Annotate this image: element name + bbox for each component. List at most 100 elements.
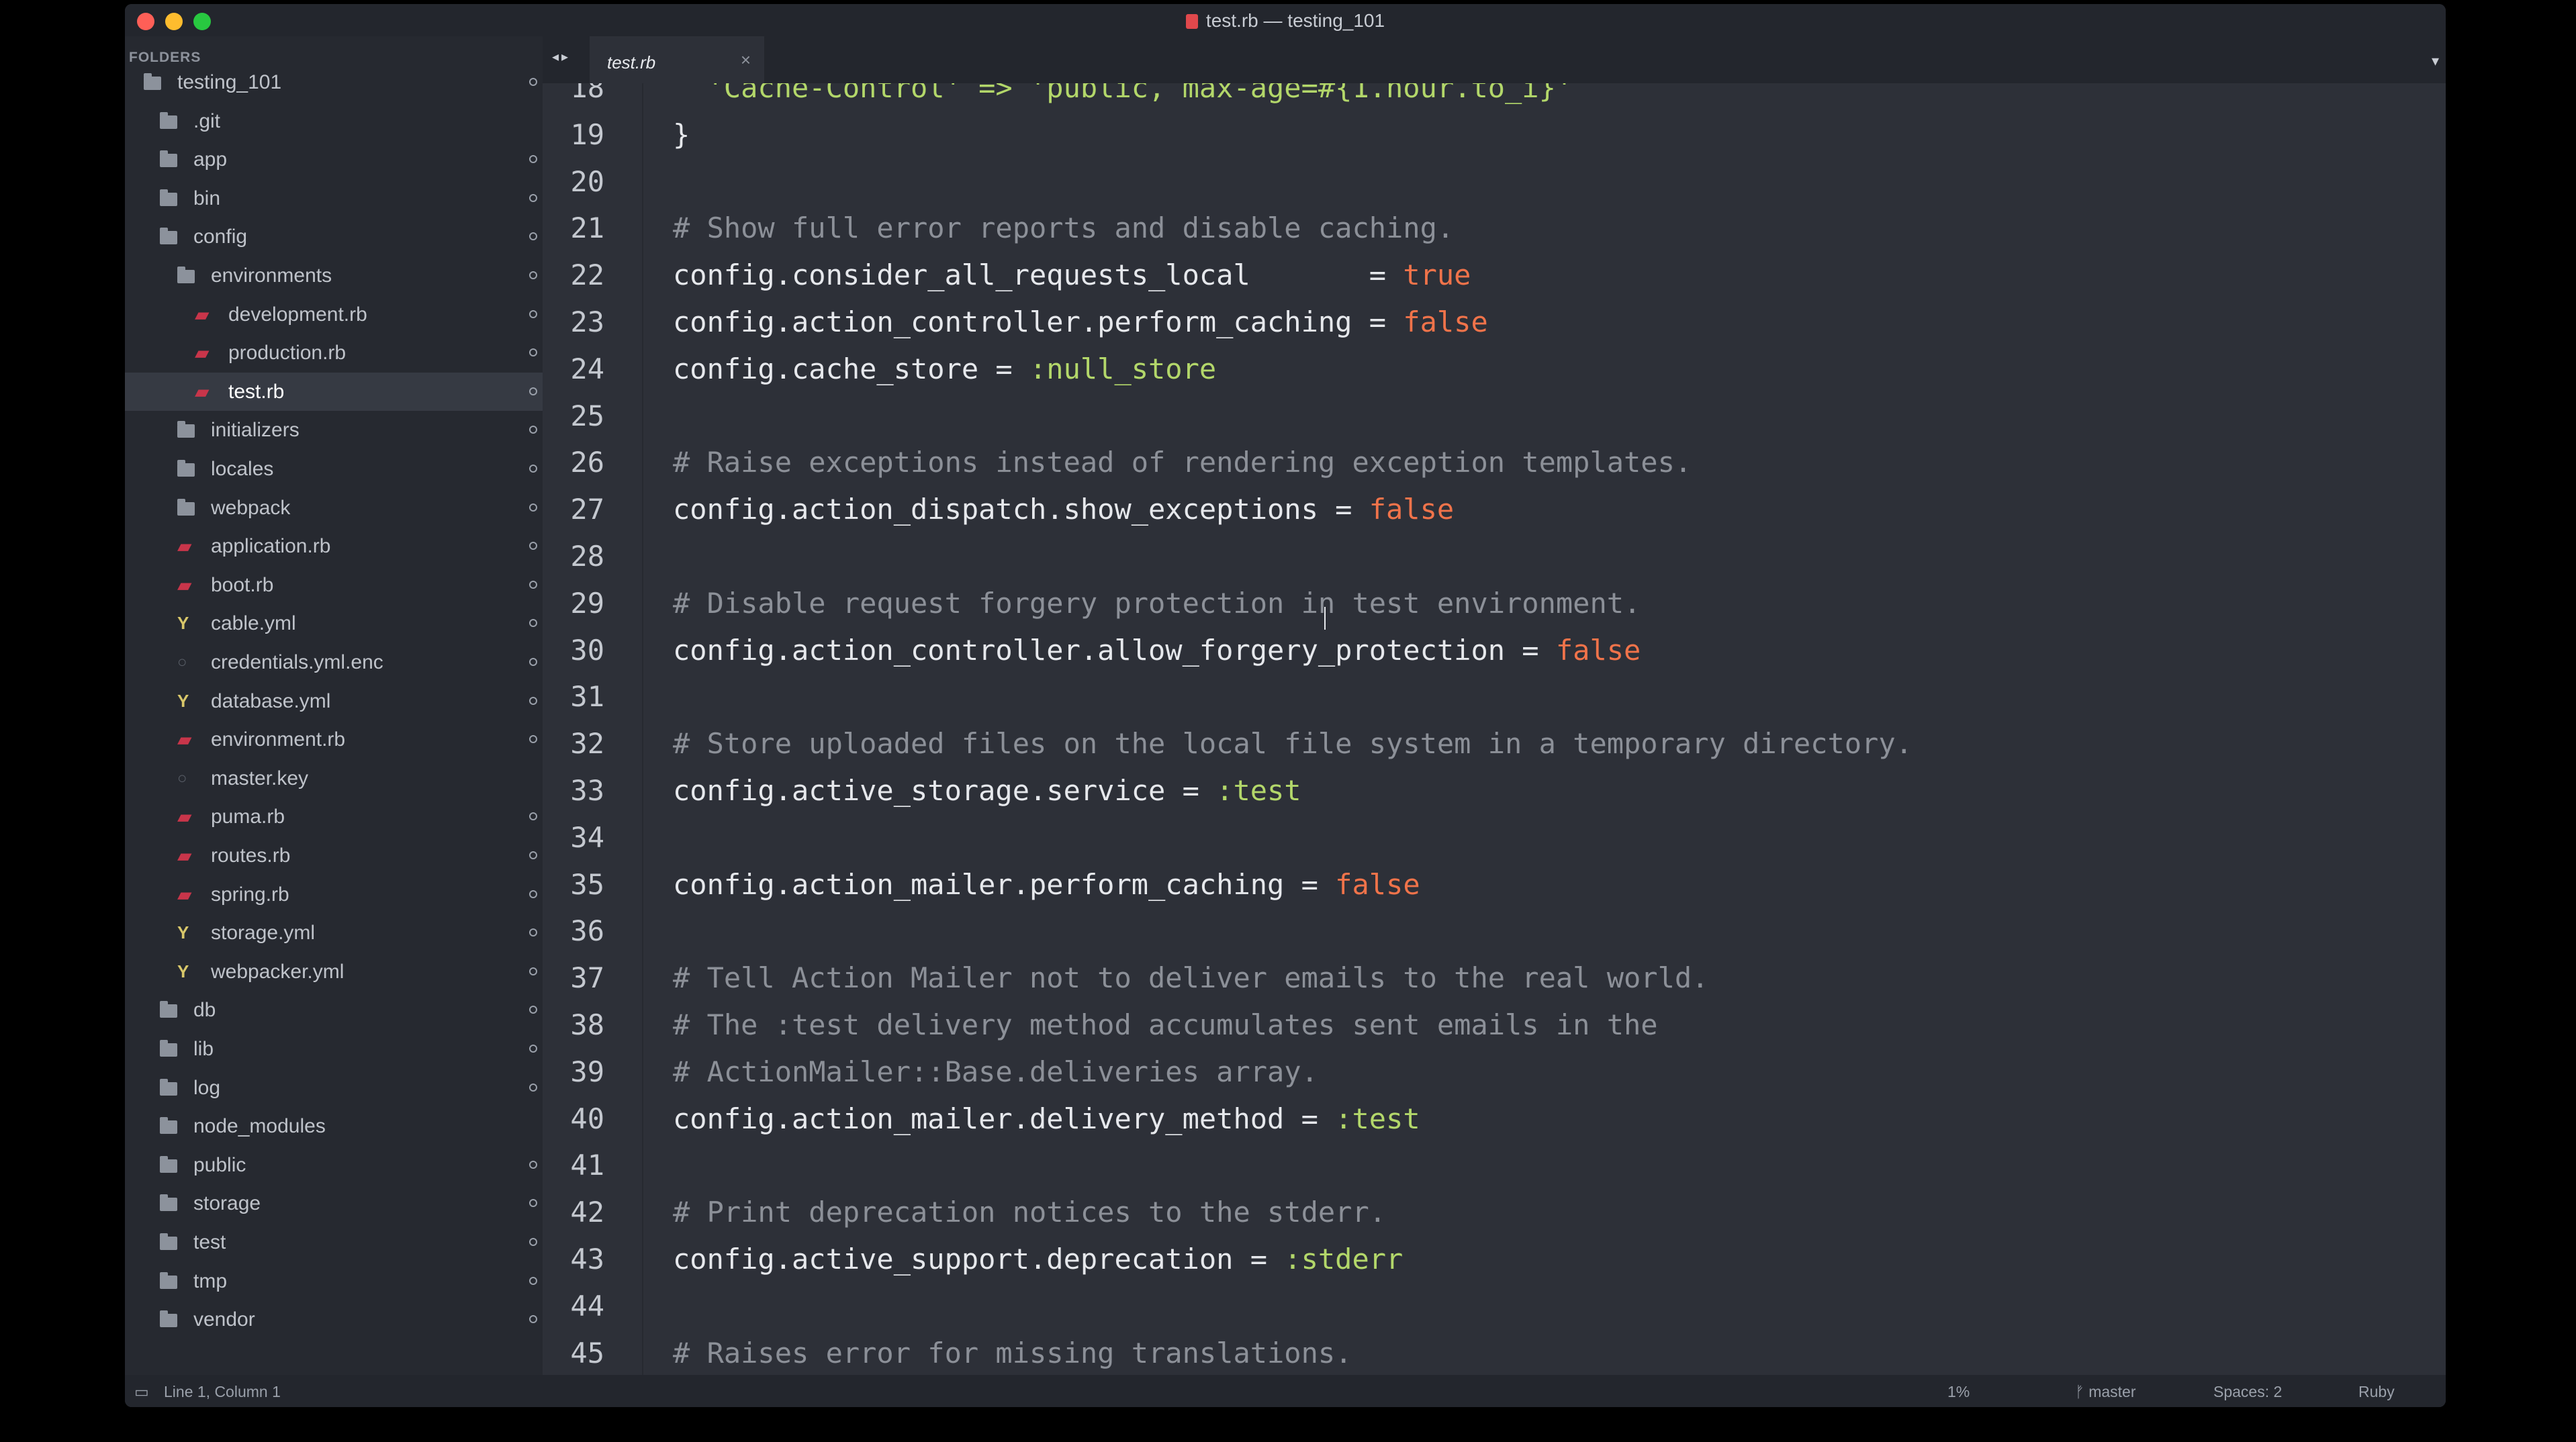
editor-window: test.rb — testing_101 FOLDERS testing_10… bbox=[125, 4, 2446, 1407]
tree-item[interactable]: ▰ spring.rb bbox=[125, 875, 543, 914]
title-bar: test.rb — testing_101 bbox=[125, 4, 2446, 36]
tree-item[interactable]: app bbox=[125, 140, 543, 179]
tree-item-label: testing_101 bbox=[177, 71, 282, 93]
git-branch[interactable]: ᚠ master bbox=[2075, 1383, 2136, 1401]
tree-item[interactable]: bin bbox=[125, 179, 543, 218]
tree-item[interactable]: ○ master.key bbox=[125, 759, 543, 798]
tree-item[interactable]: lib bbox=[125, 1030, 543, 1068]
tree-item-label: bin bbox=[193, 187, 221, 209]
tree-item[interactable]: ▰ environment.rb bbox=[125, 720, 543, 759]
tree-item[interactable]: log bbox=[125, 1069, 543, 1107]
tree-item[interactable]: webpack bbox=[125, 489, 543, 527]
code-token: :test bbox=[1335, 1102, 1420, 1135]
tree-item[interactable]: ○ credentials.yml.enc bbox=[125, 643, 543, 681]
tab-nav-arrows[interactable]: ◂▸ bbox=[552, 48, 571, 65]
window-title: test.rb — testing_101 bbox=[125, 10, 2446, 32]
tree-item[interactable]: locales bbox=[125, 450, 543, 488]
code-text: config.active_storage.service = :test bbox=[673, 767, 1301, 814]
tree-item[interactable]: Ystorage.yml bbox=[125, 914, 543, 952]
git-status-dot-icon bbox=[529, 890, 537, 898]
git-status-dot-icon bbox=[529, 619, 537, 628]
code-token: 'Cache-Control' => 'public, max-age=#{1.… bbox=[673, 83, 1573, 104]
tree-item[interactable]: node_modules bbox=[125, 1107, 543, 1145]
code-token: false bbox=[1403, 305, 1488, 338]
tree-item[interactable]: ▰ puma.rb bbox=[125, 798, 543, 836]
git-status-dot-icon bbox=[529, 967, 537, 975]
tree-item-label: environment.rb bbox=[211, 728, 346, 751]
git-status-dot-icon bbox=[529, 465, 537, 473]
close-tab-icon[interactable]: × bbox=[741, 50, 751, 70]
tree-item[interactable]: tmp bbox=[125, 1262, 543, 1300]
tree-item[interactable]: ▰ development.rb bbox=[125, 295, 543, 334]
code-token: false bbox=[1369, 493, 1455, 526]
code-token: false bbox=[1335, 867, 1420, 901]
tree-item-label: tmp bbox=[193, 1269, 228, 1292]
tree-item[interactable]: public bbox=[125, 1146, 543, 1184]
folder-icon bbox=[160, 1040, 177, 1057]
tree-item[interactable]: Ywebpacker.yml bbox=[125, 953, 543, 991]
panel-toggle-icon[interactable]: ▭ bbox=[134, 1383, 149, 1401]
folder-open-icon bbox=[144, 73, 161, 90]
tree-item[interactable]: Ycable.yml bbox=[125, 604, 543, 642]
tree-item[interactable]: environments bbox=[125, 256, 543, 295]
code-token: config.action_mailer.perform_caching = bbox=[673, 867, 1336, 901]
code-token: } bbox=[673, 117, 690, 151]
tab-menu-chevron-down-icon[interactable]: ▾ bbox=[2432, 52, 2439, 70]
tab-test-rb[interactable]: test.rb × bbox=[590, 36, 764, 83]
tree-item[interactable]: ▰ boot.rb bbox=[125, 566, 543, 604]
tree-item-label: db bbox=[193, 999, 216, 1022]
tree-item[interactable]: initializers bbox=[125, 411, 543, 449]
tree-item[interactable]: vendor bbox=[125, 1300, 543, 1339]
tree-item[interactable]: .git bbox=[125, 102, 543, 140]
line-number: 24 bbox=[570, 352, 604, 385]
tree-item[interactable]: ▰ production.rb bbox=[125, 334, 543, 372]
tree-item-label: storage.yml bbox=[211, 922, 316, 945]
code-editor[interactable]: 18 'Cache-Control' => 'public, max-age=#… bbox=[543, 83, 2446, 1375]
cursor-position: Line 1, Column 1 bbox=[164, 1383, 281, 1400]
syntax-mode[interactable]: Ruby bbox=[2358, 1383, 2395, 1401]
line-number: 33 bbox=[570, 774, 604, 807]
tree-item-label: test bbox=[193, 1231, 226, 1253]
tree-item[interactable]: test bbox=[125, 1223, 543, 1261]
code-text: config.action_dispatch.show_exceptions =… bbox=[673, 486, 1454, 533]
tree-item[interactable]: storage bbox=[125, 1184, 543, 1222]
tree-item-label: vendor bbox=[193, 1308, 255, 1331]
tree-item[interactable]: db bbox=[125, 991, 543, 1029]
tree-item-label: public bbox=[193, 1153, 246, 1176]
tree-item[interactable]: ▰ application.rb bbox=[125, 527, 543, 565]
line-number: 43 bbox=[570, 1243, 604, 1276]
line-number: 31 bbox=[570, 680, 604, 714]
code-text: config.active_support.deprecation = :std… bbox=[673, 1236, 1403, 1283]
tree-item-label: routes.rb bbox=[211, 845, 291, 867]
folder-icon bbox=[177, 421, 195, 438]
ruby-file-icon: ▰ bbox=[177, 729, 192, 751]
tree-item[interactable]: ▰ routes.rb bbox=[125, 836, 543, 875]
status-bar: ▭ Line 1, Column 1 1% ᚠ master Spaces: 2… bbox=[125, 1375, 2446, 1407]
tree-item[interactable]: config bbox=[125, 218, 543, 256]
tree-item-label: config bbox=[193, 226, 248, 248]
code-token: config.active_support.deprecation = bbox=[673, 1243, 1285, 1276]
tree-item-label: .git bbox=[193, 109, 221, 132]
code-token: config.action_dispatch.show_exceptions = bbox=[673, 493, 1369, 526]
git-status-dot-icon bbox=[529, 658, 537, 666]
code-token: true bbox=[1403, 258, 1471, 292]
git-status-dot-icon bbox=[529, 735, 537, 744]
line-number: 18 bbox=[570, 83, 604, 104]
code-token: config.action_controller.allow_forgery_p… bbox=[673, 633, 1556, 667]
tree-item[interactable]: testing_101 bbox=[125, 63, 543, 101]
code-token: :null_store bbox=[1029, 352, 1217, 385]
ruby-file-icon: ▰ bbox=[177, 883, 192, 905]
tree-item-label: node_modules bbox=[193, 1115, 326, 1138]
git-status-dot-icon bbox=[529, 1238, 537, 1246]
git-status-dot-icon bbox=[529, 580, 537, 589]
line-number: 23 bbox=[570, 305, 604, 338]
tree-item[interactable]: Ydatabase.yml bbox=[125, 682, 543, 720]
folder-icon bbox=[160, 1117, 177, 1135]
gutter-divider bbox=[642, 83, 643, 1375]
ruby-file-icon bbox=[1185, 14, 1198, 29]
indentation-setting[interactable]: Spaces: 2 bbox=[2213, 1383, 2282, 1401]
code-token: # ActionMailer::Base.deliveries array. bbox=[673, 1055, 1318, 1088]
file-icon: ○ bbox=[177, 769, 187, 787]
git-status-dot-icon bbox=[529, 503, 537, 512]
tree-item[interactable]: ▰ test.rb bbox=[125, 372, 543, 411]
